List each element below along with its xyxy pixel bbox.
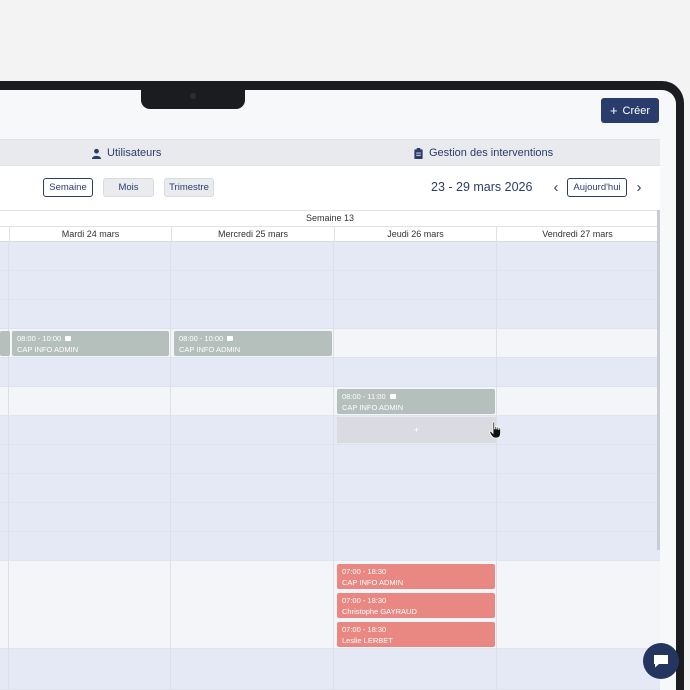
clipboard-icon [414, 147, 423, 159]
calendar-toolbar: Semaine Mois Trimestre 23 - 29 mars 2026… [0, 166, 660, 210]
chevron-right-icon[interactable]: › [631, 177, 647, 197]
tab-interventions[interactable]: Gestion des interventions [413, 140, 553, 166]
event-title: CAP INFO ADMIN [17, 345, 79, 354]
note-icon [389, 394, 396, 399]
event-title: CAP INFO ADMIN [342, 578, 404, 587]
create-button-label: Créer [622, 104, 651, 117]
event-title: Christophe GAYRAUD [342, 607, 417, 616]
day-headers: Mardi 24 mars Mercredi 25 mars Jeudi 26 … [0, 226, 660, 242]
create-button[interactable]: + Créer [601, 98, 659, 123]
event-card[interactable] [0, 331, 10, 356]
camera-icon [190, 93, 196, 99]
event-card[interactable]: 08:00 - 11:00 CAP INFO ADMIN [337, 389, 495, 414]
grid-row[interactable] [0, 561, 660, 649]
grid-row[interactable] [0, 503, 660, 532]
column-divider [8, 242, 9, 690]
chat-button[interactable] [643, 643, 679, 679]
today-button[interactable]: Aujourd'hui [567, 178, 627, 197]
note-icon [65, 336, 72, 341]
hand-cursor-icon [489, 421, 501, 439]
day-header: Vendredi 27 mars [496, 227, 658, 242]
chevron-left-icon[interactable]: ‹ [548, 177, 564, 197]
event-card[interactable]: 08:00 - 10:00 CAP INFO ADMIN [12, 331, 169, 356]
grid-row[interactable] [0, 242, 660, 271]
view-week-button[interactable]: Semaine [43, 178, 93, 197]
column-divider [170, 242, 171, 690]
day-header: Mardi 24 mars [9, 227, 171, 242]
event-time: 08:00 - 11:00 [342, 392, 386, 401]
calendar-grid[interactable]: 08:00 - 10:00 CAP INFO ADMIN 08:00 - 10:… [0, 242, 660, 690]
grid-row[interactable] [0, 271, 660, 300]
day-header: Jeudi 26 mars [334, 227, 496, 242]
add-event-slot[interactable]: + [337, 417, 496, 443]
grid-row[interactable] [0, 358, 660, 387]
plus-icon: + [609, 103, 618, 118]
event-time: 07:00 - 18:30 [342, 596, 387, 605]
event-time: 08:00 - 10:00 [17, 334, 62, 343]
grid-row[interactable] [0, 445, 660, 474]
tab-users[interactable]: Utilisateurs [91, 140, 161, 166]
user-icon [91, 148, 102, 159]
grid-row[interactable] [0, 387, 660, 416]
chat-bubble-icon [654, 655, 668, 668]
view-month-button[interactable]: Mois [103, 178, 154, 197]
event-title: CAP INFO ADMIN [179, 345, 241, 354]
main-tabs: Utilisateurs Gestion des interventions [0, 139, 660, 166]
view-quarter-button[interactable]: Trimestre [164, 178, 214, 197]
event-card[interactable]: 08:00 - 10:00 CAP INFO ADMIN [174, 331, 332, 356]
day-header: Mercredi 25 mars [171, 227, 334, 242]
column-divider [496, 242, 497, 690]
event-title: Leslie LERBET [342, 636, 393, 645]
grid-row[interactable] [0, 300, 660, 329]
week-label: Semaine 13 [0, 210, 660, 226]
tab-users-label: Utilisateurs [107, 147, 162, 159]
grid-scrollbar[interactable] [657, 210, 660, 550]
note-icon [227, 336, 234, 341]
event-time: 08:00 - 10:00 [179, 334, 224, 343]
grid-row[interactable] [0, 649, 660, 690]
tab-interventions-label: Gestion des interventions [429, 147, 554, 159]
grid-row[interactable] [0, 474, 660, 503]
event-card[interactable]: 07:00 - 18:30 Christophe GAYRAUD [337, 593, 495, 618]
event-time: 07:00 - 18:30 [342, 625, 387, 634]
event-card[interactable]: 07:00 - 18:30 CAP INFO ADMIN [337, 564, 495, 589]
event-title: CAP INFO ADMIN [342, 403, 404, 412]
event-time: 07:00 - 18:30 [342, 567, 387, 576]
grid-row[interactable] [0, 416, 660, 445]
column-divider [333, 242, 334, 690]
grid-row[interactable] [0, 532, 660, 561]
event-card[interactable]: 07:00 - 18:30 Leslie LERBET [337, 622, 495, 647]
date-range: 23 - 29 mars 2026 [431, 180, 533, 194]
